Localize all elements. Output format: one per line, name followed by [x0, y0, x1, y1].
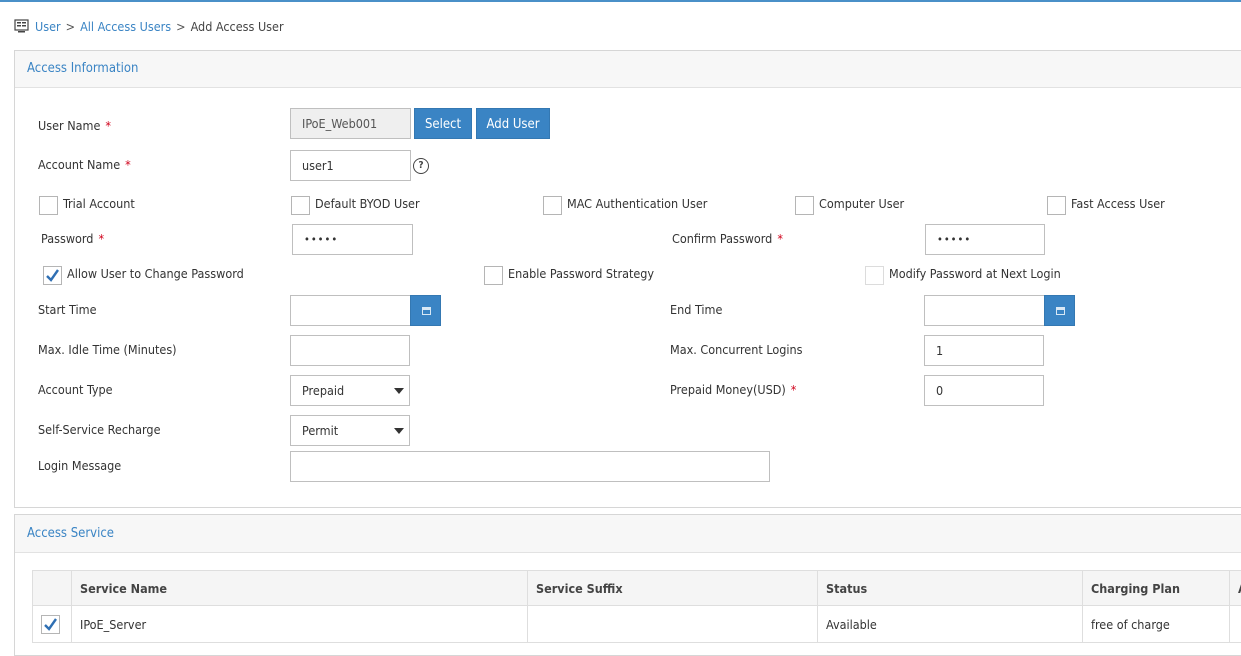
modify-password-next-login-label: Modify Password at Next Login [889, 264, 1061, 284]
required-marker: * [125, 157, 131, 172]
modify-password-next-login-checkbox[interactable] [865, 266, 884, 285]
self-service-recharge-select[interactable]: Permit [290, 415, 410, 446]
self-service-recharge-label: Self-Service Recharge [38, 420, 161, 440]
checkmark-icon [45, 268, 60, 283]
question-circle-icon[interactable]: ? [413, 158, 429, 174]
checkmark-icon [43, 617, 58, 632]
account-type-label: Account Type [38, 380, 113, 400]
column-header-service-suffix[interactable]: Service Suffix [528, 571, 818, 606]
column-header-status[interactable]: Status [818, 571, 1083, 606]
max-idle-time-label: Max. Idle Time (Minutes) [38, 340, 177, 360]
panel-title: Access Service [27, 515, 114, 552]
calendar-icon [1056, 307, 1065, 315]
row-select-checkbox[interactable] [41, 615, 60, 634]
account-type-value: Prepaid [302, 383, 344, 398]
end-time-label: End Time [670, 300, 722, 320]
password-input[interactable]: ••••• [292, 224, 413, 255]
top-accent-line [0, 0, 1241, 2]
breadcrumb-link-all-access-users[interactable]: All Access Users [80, 19, 171, 34]
start-time-label: Start Time [38, 300, 97, 320]
breadcrumb-link-user[interactable]: User [35, 19, 61, 34]
select-all-column-header [33, 571, 72, 606]
max-idle-time-input[interactable] [290, 335, 410, 366]
required-marker: * [777, 231, 783, 246]
default-byod-user-checkbox[interactable] [291, 196, 310, 215]
start-time-calendar-button[interactable] [410, 295, 441, 326]
confirm-password-label: Confirm Password* [672, 229, 783, 249]
service-suffix-cell [528, 606, 818, 643]
breadcrumb: User > All Access Users > Add Access Use… [14, 16, 284, 36]
select-button[interactable]: Select [414, 108, 472, 139]
trial-account-checkbox[interactable] [39, 196, 58, 215]
end-time-calendar-button[interactable] [1044, 295, 1075, 326]
breadcrumb-separator: > [176, 19, 185, 34]
prepaid-money-label: Prepaid Money(USD)* [670, 380, 796, 400]
chevron-down-icon [394, 428, 404, 434]
login-message-input[interactable] [290, 451, 770, 482]
user-name-field[interactable]: IPoE_Web001 [290, 108, 411, 139]
start-time-input[interactable] [290, 295, 411, 326]
password-label: Password* [41, 229, 104, 249]
account-name-label: Account Name* [38, 155, 131, 175]
column-header-truncated[interactable]: A [1230, 571, 1241, 606]
required-marker: * [105, 118, 111, 133]
allow-change-password-checkbox[interactable] [43, 266, 62, 285]
mac-authentication-user-label: MAC Authentication User [567, 194, 707, 214]
table-row[interactable]: IPoE_Server Available free of charge [33, 606, 1241, 643]
computer-user-label: Computer User [819, 194, 904, 214]
mac-authentication-user-checkbox[interactable] [543, 196, 562, 215]
service-name-cell: IPoE_Server [72, 606, 528, 643]
account-name-input[interactable]: user1 [290, 150, 411, 181]
access-service-table: Service Name Service Suffix Status Charg… [32, 570, 1241, 643]
column-header-charging-plan[interactable]: Charging Plan [1083, 571, 1230, 606]
row-select-cell [33, 606, 72, 643]
allow-change-password-label: Allow User to Change Password [67, 264, 244, 284]
user-list-icon [14, 18, 30, 34]
status-cell: Available [818, 606, 1083, 643]
default-byod-user-label: Default BYOD User [315, 194, 420, 214]
login-message-label: Login Message [38, 456, 121, 476]
end-time-input[interactable] [924, 295, 1045, 326]
breadcrumb-current: Add Access User [191, 19, 284, 34]
user-name-label: User Name* [38, 116, 111, 136]
enable-password-strategy-checkbox[interactable] [484, 266, 503, 285]
prepaid-money-input[interactable]: 0 [924, 375, 1044, 406]
confirm-password-input[interactable]: ••••• [925, 224, 1045, 255]
chevron-down-icon [394, 388, 404, 394]
table-header-row: Service Name Service Suffix Status Charg… [33, 571, 1241, 606]
panel-header: Access Information [15, 51, 1241, 88]
breadcrumb-separator: > [66, 19, 75, 34]
charging-plan-cell: free of charge [1083, 606, 1230, 643]
self-service-recharge-value: Permit [302, 423, 338, 438]
max-concurrent-logins-label: Max. Concurrent Logins [670, 340, 803, 360]
fast-access-user-checkbox[interactable] [1047, 196, 1066, 215]
panel-title: Access Information [27, 51, 138, 87]
required-marker: * [98, 231, 104, 246]
panel-header: Access Service [15, 515, 1241, 553]
fast-access-user-label: Fast Access User [1071, 194, 1165, 214]
add-user-button[interactable]: Add User [476, 108, 550, 139]
required-marker: * [791, 382, 797, 397]
account-type-select[interactable]: Prepaid [290, 375, 410, 406]
max-concurrent-logins-input[interactable]: 1 [924, 335, 1044, 366]
trial-account-label: Trial Account [63, 194, 135, 214]
truncated-cell [1230, 606, 1241, 643]
calendar-icon [422, 307, 431, 315]
enable-password-strategy-label: Enable Password Strategy [508, 264, 654, 284]
computer-user-checkbox[interactable] [795, 196, 814, 215]
column-header-service-name[interactable]: Service Name [72, 571, 528, 606]
